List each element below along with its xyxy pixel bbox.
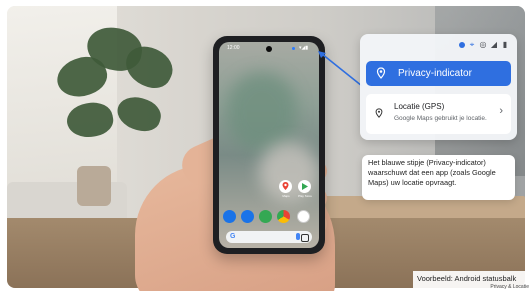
location-pin-icon: ⌖ xyxy=(469,40,475,49)
location-pin-icon xyxy=(375,108,383,118)
zoomed-status-card: ⌖ ◎ ◢ ▮ Privacy-indicator Locatie (GPS) … xyxy=(360,34,517,140)
setting-subtitle: Google Maps gebruikt je locatie. xyxy=(394,115,487,122)
credit-subtitle: Privacy & Locatie xyxy=(490,284,529,290)
privacy-dot-icon xyxy=(459,42,465,48)
banner-label: Privacy-indicator xyxy=(398,68,472,79)
caption-bubble: Het blauwe stipje (Privacy-indicator) wa… xyxy=(362,155,515,200)
signal-icon: ◢ xyxy=(490,40,498,49)
privacy-indicator-banner[interactable]: Privacy-indicator xyxy=(366,61,511,86)
setting-title: Locatie (GPS) xyxy=(394,102,445,111)
zoomed-status-bar: ⌖ ◎ ◢ ▮ xyxy=(459,41,509,49)
credit-title: Voorbeeld: Android statusbalk xyxy=(417,274,517,283)
location-pin-icon xyxy=(376,67,386,79)
credit-label: Voorbeeld: Android statusbalk Privacy & … xyxy=(413,271,531,291)
chevron-right-icon: › xyxy=(499,105,503,117)
battery-icon: ▮ xyxy=(502,40,508,49)
location-setting-row[interactable]: Locatie (GPS) Google Maps gebruikt je lo… xyxy=(366,94,511,134)
vibrate-icon: ◎ xyxy=(479,40,487,49)
illustration: 12:00 ▾◢▮ Maps Play Store G ⌖ ◎ ◢ ▮ Priv… xyxy=(0,0,531,291)
